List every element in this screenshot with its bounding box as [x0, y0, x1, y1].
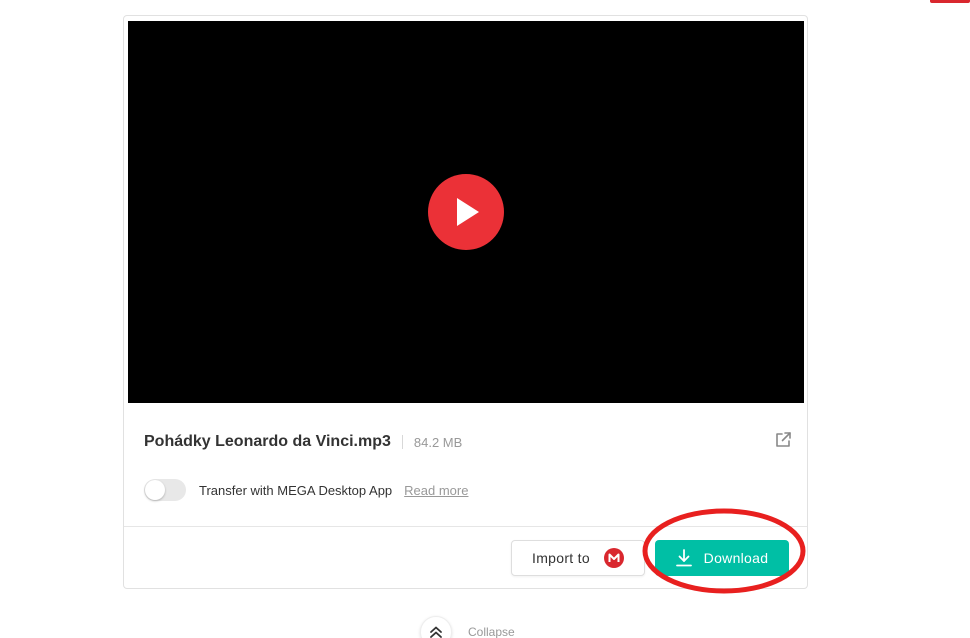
import-to-button[interactable]: Import to [511, 540, 645, 576]
file-size: 84.2 MB [413, 434, 463, 450]
page: Pohádky Leonardo da Vinci.mp3 84.2 MB Tr… [0, 0, 970, 638]
toggle-knob [145, 480, 165, 500]
file-preview-card: Pohádky Leonardo da Vinci.mp3 84.2 MB Tr… [123, 15, 808, 589]
file-info-separator [401, 435, 403, 449]
download-icon [675, 549, 692, 567]
play-button[interactable] [428, 174, 504, 250]
file-info: Pohádky Leonardo da Vinci.mp3 84.2 MB [144, 430, 462, 454]
corner-accent [930, 0, 970, 3]
collapse-label: Collapse [468, 625, 515, 638]
import-label: Import to [532, 550, 590, 566]
file-name: Pohádky Leonardo da Vinci.mp3 [144, 433, 391, 450]
play-icon [457, 198, 479, 226]
download-label: Download [703, 550, 769, 566]
external-link-icon[interactable] [774, 431, 792, 449]
collapse-button[interactable] [420, 616, 452, 638]
collapse-control[interactable]: Collapse [420, 616, 515, 638]
transfer-option: Transfer with MEGA Desktop App Read more [144, 479, 468, 501]
read-more-link[interactable]: Read more [404, 483, 468, 498]
download-button[interactable]: Download [655, 540, 789, 576]
transfer-toggle[interactable] [144, 479, 186, 501]
mega-logo-icon [603, 548, 624, 568]
video-player[interactable] [128, 21, 804, 403]
double-chevron-up-icon [430, 626, 442, 638]
actions-divider [124, 526, 807, 527]
transfer-label: Transfer with MEGA Desktop App [199, 482, 393, 498]
